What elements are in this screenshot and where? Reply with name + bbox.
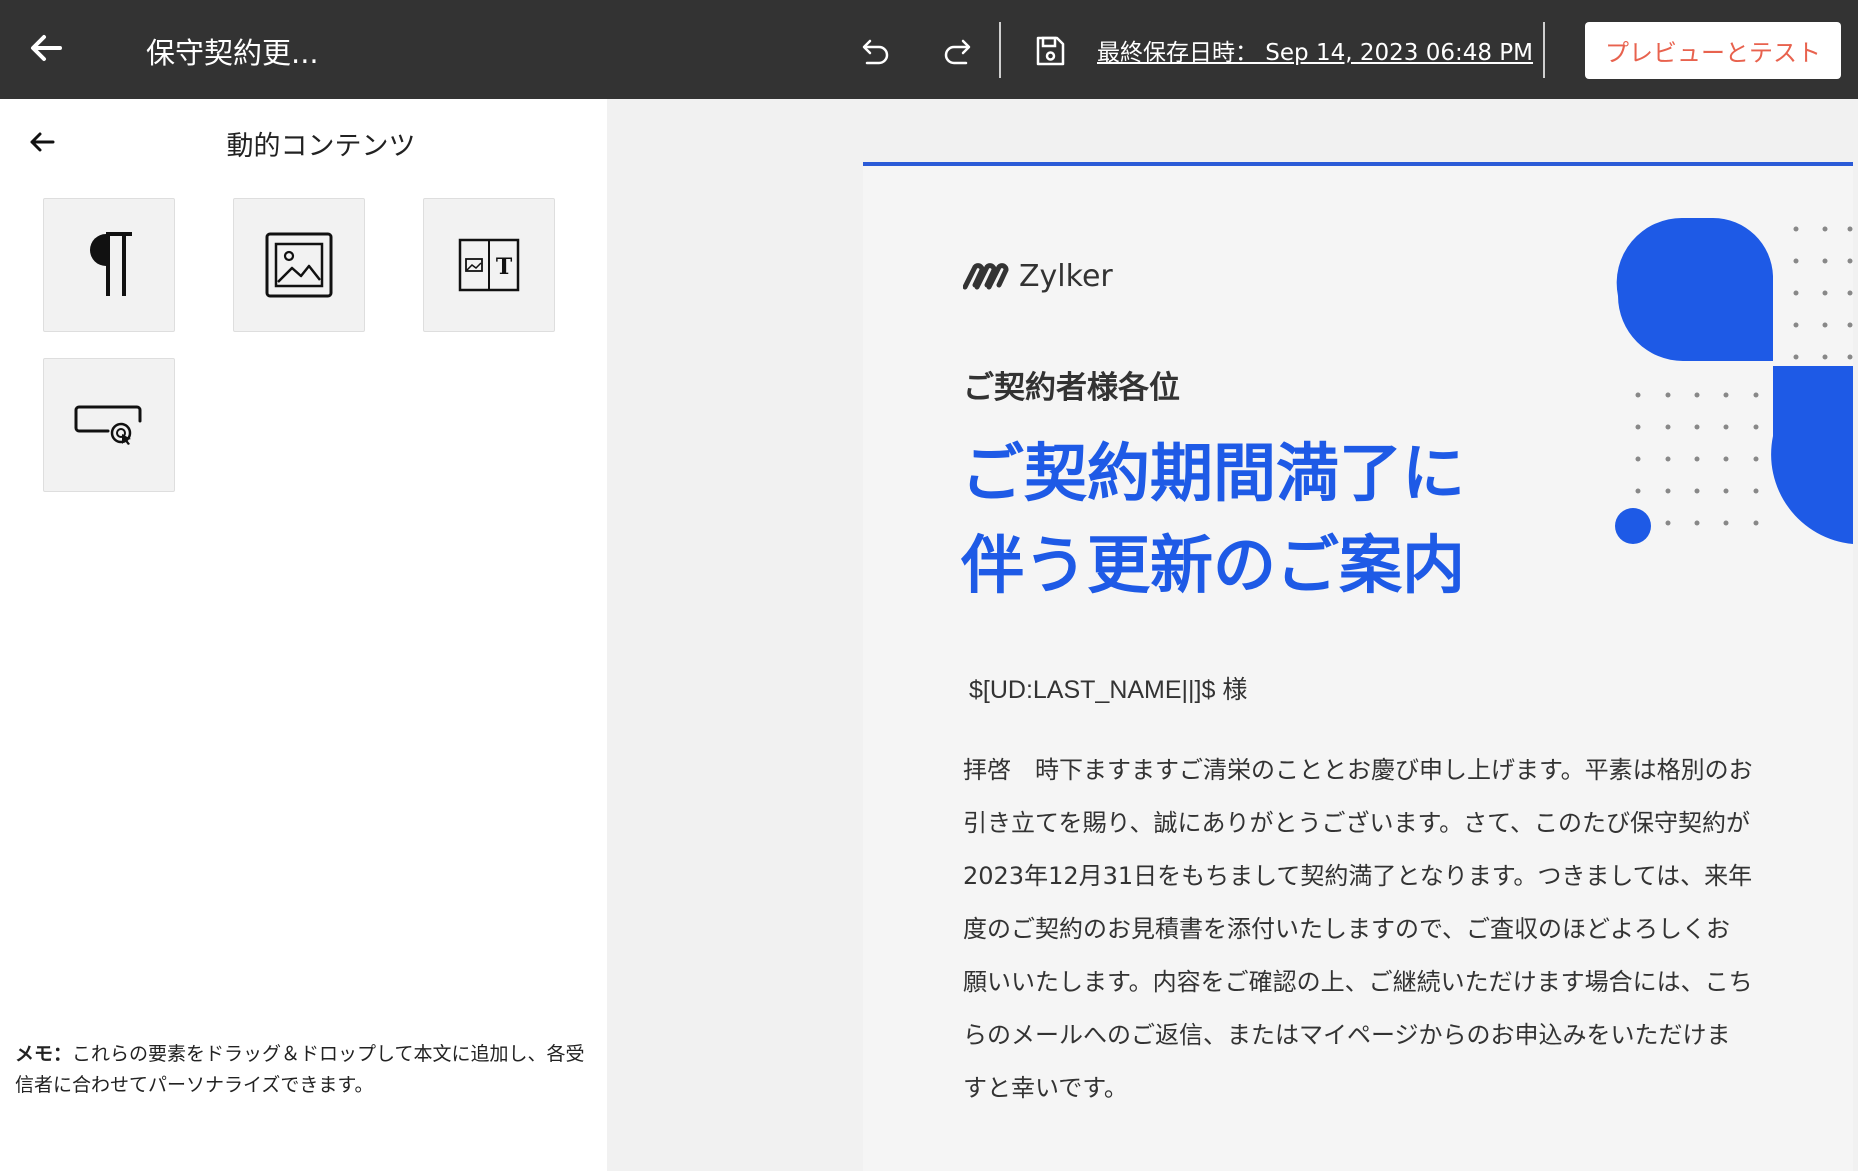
- toolbar-divider: [999, 22, 1001, 78]
- save-icon[interactable]: [1033, 33, 1067, 69]
- headline-line: ご契約期間満了に: [961, 437, 1465, 510]
- toolbar-divider: [1543, 22, 1545, 78]
- image-icon: [265, 232, 333, 298]
- pilcrow-icon: [90, 232, 132, 296]
- paragraph-tile[interactable]: [43, 198, 175, 332]
- recipient-merge-tag: $[UD:LAST_NAME||]$ 様: [969, 676, 1248, 704]
- template-title: 保守契約更...: [146, 36, 319, 70]
- svg-text:T: T: [496, 254, 513, 280]
- zylker-logo: Zylker: [963, 258, 1113, 294]
- email-body-text: 拝啓 時下ますますご清栄のこととお慶び申し上げます。平素は格別のお引き立てを賜り…: [963, 756, 1753, 1102]
- email-greeting: ご契約者様各位: [963, 370, 1180, 406]
- zylker-logo-mark: [963, 263, 1009, 290]
- image-text-tile[interactable]: T: [423, 198, 555, 332]
- headline-line: 伴う更新のご案内: [961, 529, 1465, 602]
- dynamic-content-panel: 動的コンテンツ T メモ：これらの要素をドラッグ＆ドロップして本文に追加し、各受…: [0, 99, 607, 1171]
- undo-icon[interactable]: [855, 33, 893, 71]
- image-text-icon: T: [458, 238, 520, 292]
- email-headline: ご契約期間満了に 伴う更新のご案内: [961, 428, 1601, 612]
- last-saved-link[interactable]: 最終保存日時： Sep 14, 2023 06:48 PM: [1097, 33, 1533, 67]
- memo-text: これらの要素をドラッグ＆ドロップして本文に追加し、各受信者に合わせてパーソナライ…: [15, 1043, 585, 1096]
- preview-and-test-button[interactable]: プレビューとテスト: [1585, 22, 1841, 79]
- logo-text: Zylker: [1019, 258, 1113, 294]
- top-bar: 保守契約更... 最終保存日時： Sep 14, 2023 06:48 PM プ…: [0, 0, 1858, 99]
- memo-label: メモ：: [15, 1043, 73, 1065]
- redo-icon[interactable]: [940, 33, 978, 71]
- button-click-icon: [74, 405, 142, 445]
- memo-note: メモ：これらの要素をドラッグ＆ドロップして本文に追加し、各受信者に合わせてパーソ…: [15, 1039, 595, 1101]
- email-preview[interactable]: Zylker ご契約者様各位 ご契約期間満了に 伴う更新のご案内 $[UD:LA…: [863, 162, 1853, 1171]
- image-tile[interactable]: [233, 198, 365, 332]
- decorative-shapes: [1615, 217, 1853, 544]
- back-arrow-icon[interactable]: [26, 28, 66, 68]
- button-tile[interactable]: [43, 358, 175, 492]
- panel-title: 動的コンテンツ: [226, 131, 416, 162]
